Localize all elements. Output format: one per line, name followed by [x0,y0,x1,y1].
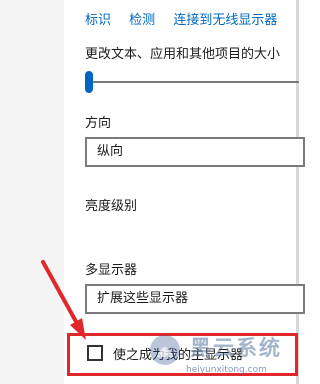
left-gutter [0,0,64,384]
slider-track [85,81,299,83]
display-actions-row: 标识 检测 连接到无线显示器 [85,9,291,28]
watermark-url: heiyunxitong.com [186,365,267,375]
main-display-checkbox[interactable] [87,345,103,361]
slider-thumb[interactable] [85,71,93,93]
scale-label: 更改文本、应用和其他项目的大小 [85,47,281,62]
watermark-logo [150,335,180,365]
watermark-title: 黑云系统 [190,336,282,360]
orientation-select[interactable]: 纵向 [85,137,305,167]
orientation-label: 方向 [85,116,112,131]
identify-link[interactable]: 标识 [85,13,111,28]
scrollbar-edge[interactable] [296,0,299,384]
multiple-displays-select[interactable]: 扩展这些显示器 [85,284,305,314]
multiple-displays-label: 多显示器 [85,263,138,278]
detect-link[interactable]: 检测 [129,13,155,28]
connect-wireless-display-link[interactable]: 连接到无线显示器 [173,13,277,28]
scale-slider[interactable] [85,71,299,93]
brightness-label: 亮度级别 [85,199,138,214]
